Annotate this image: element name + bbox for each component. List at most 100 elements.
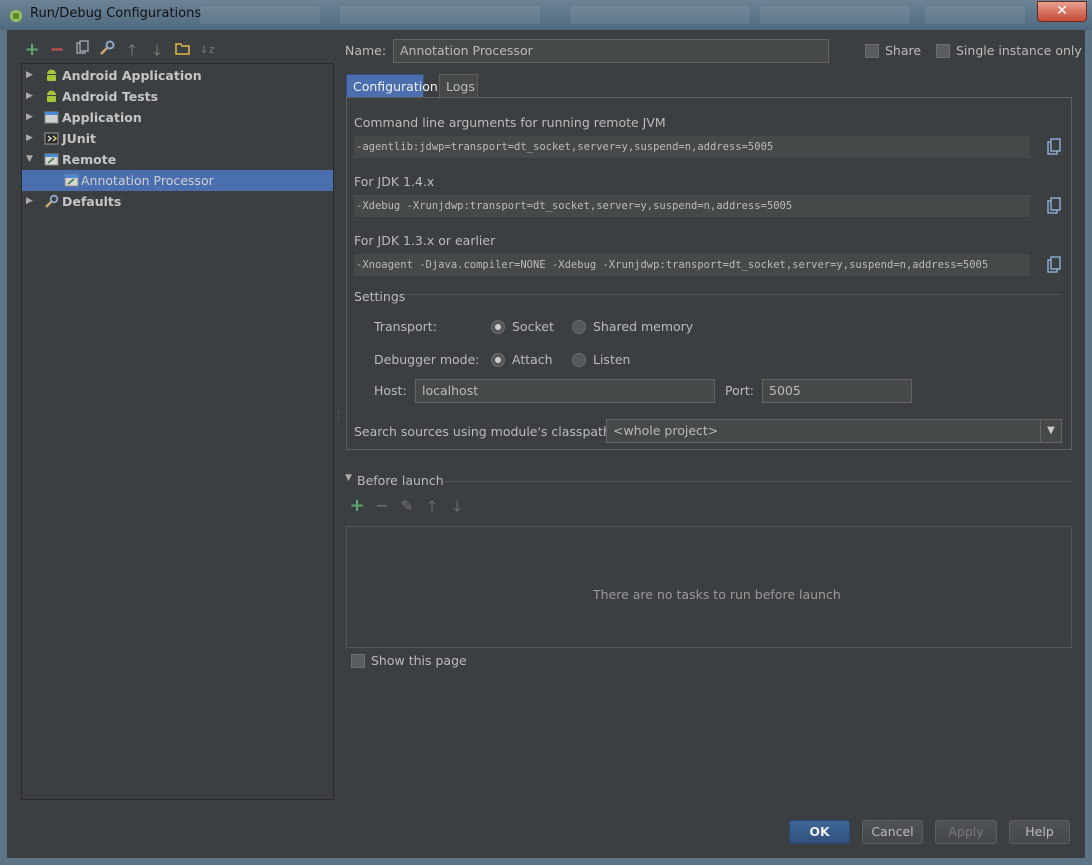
tree-item-label: Annotation Processor	[81, 173, 214, 188]
application-icon	[44, 111, 59, 124]
classpath-selected-value: <whole project>	[613, 423, 719, 438]
close-icon: ✕	[1056, 3, 1068, 19]
tree-item-remote[interactable]: ▼ Remote	[22, 149, 333, 170]
arrow-up-icon[interactable]: 🡑	[123, 40, 141, 60]
settings-separator	[405, 294, 1060, 295]
show-this-page-checkbox[interactable]	[351, 654, 365, 668]
apply-button[interactable]: Apply	[935, 820, 997, 844]
configurations-tree: ▶ Android Application ▶ Android Tests ▶ …	[21, 63, 334, 800]
background-window-tab	[760, 6, 910, 24]
help-button[interactable]: Help	[1009, 820, 1070, 844]
edit-icon[interactable]: ✎	[398, 496, 416, 516]
name-input[interactable]: Annotation Processor	[393, 39, 829, 63]
arrow-down-icon[interactable]: 🡓	[448, 496, 466, 516]
before-launch-heading: Before launch	[357, 473, 444, 488]
run-debug-dialog: + − 🡑 🡓 ↓z ▶ Android Application ▶ Andro…	[7, 30, 1085, 858]
background-window-tab	[925, 6, 1025, 24]
debugger-attach-radio[interactable]	[491, 353, 505, 367]
debugger-listen-label: Listen	[593, 352, 631, 367]
share-label: Share	[885, 43, 922, 58]
copy-icon[interactable]	[1044, 255, 1064, 275]
empty-tasks-text: There are no tasks to run before launch	[593, 587, 841, 602]
before-launch-separator	[444, 481, 1072, 482]
debugger-attach-label: Attach	[512, 352, 553, 367]
window-title: Run/Debug Configurations	[30, 6, 202, 21]
plus-icon[interactable]: +	[23, 40, 41, 60]
expand-arrow-icon[interactable]: ▶	[26, 65, 33, 86]
transport-socket-label: Socket	[512, 319, 554, 334]
tree-item-label: Android Application	[62, 68, 202, 83]
copy-icon[interactable]	[73, 40, 91, 60]
android-icon	[47, 90, 56, 102]
expand-arrow-icon[interactable]: ▶	[26, 86, 33, 107]
arrow-down-icon[interactable]: 🡓	[148, 40, 166, 60]
single-instance-label: Single instance only	[956, 43, 1082, 58]
minus-icon[interactable]: −	[48, 40, 66, 60]
jdk14-label: For JDK 1.4.x	[354, 174, 435, 189]
tree-item-label: JUnit	[62, 131, 96, 146]
expand-arrow-icon[interactable]: ▶	[26, 191, 33, 212]
port-input[interactable]: 5005	[762, 379, 912, 403]
jdk13-args-field[interactable]: -Xnoagent -Djava.compiler=NONE -Xdebug -…	[354, 254, 1030, 276]
cmd-args-label: Command line arguments for running remot…	[354, 115, 666, 130]
window-titlebar: Run/Debug Configurations ✕	[0, 0, 1092, 30]
tab-configuration[interactable]: Configuration	[346, 74, 438, 98]
expand-arrow-icon[interactable]: ▶	[26, 128, 33, 149]
single-instance-checkbox[interactable]	[936, 44, 950, 58]
tree-item-defaults[interactable]: ▶ Defaults	[22, 191, 333, 212]
classpath-select[interactable]: <whole project> ▼	[606, 419, 1062, 443]
background-window-tab	[200, 6, 320, 24]
tree-item-application[interactable]: ▶ Application	[22, 107, 333, 128]
share-checkbox[interactable]	[865, 44, 879, 58]
transport-shared-memory-radio[interactable]	[572, 320, 586, 334]
defaults-icon	[45, 194, 59, 208]
collapse-arrow-icon[interactable]: ▼	[345, 473, 352, 483]
tree-item-junit[interactable]: ▶ JUnit	[22, 128, 333, 149]
wrench-icon[interactable]	[98, 40, 116, 60]
expand-arrow-icon[interactable]: ▶	[26, 107, 33, 128]
remote-icon	[44, 153, 59, 166]
android-studio-icon	[10, 10, 22, 22]
tree-item-android-application[interactable]: ▶ Android Application	[22, 65, 333, 86]
copy-icon[interactable]	[1044, 196, 1064, 216]
chevron-down-icon[interactable]: ▼	[1040, 420, 1061, 442]
classpath-label: Search sources using module's classpath:	[354, 424, 616, 439]
tree-item-android-tests[interactable]: ▶ Android Tests	[22, 86, 333, 107]
close-button[interactable]: ✕	[1037, 1, 1087, 22]
before-launch-task-list[interactable]: There are no tasks to run before launch	[346, 526, 1072, 648]
tree-item-label: Remote	[62, 152, 117, 167]
minus-icon[interactable]: −	[373, 496, 391, 516]
host-input[interactable]: localhost	[415, 379, 715, 403]
arrow-up-icon[interactable]: 🡑	[423, 496, 441, 516]
sort-icon[interactable]: ↓z	[198, 40, 216, 60]
transport-shared-memory-label: Shared memory	[593, 319, 694, 334]
debugger-mode-label: Debugger mode:	[374, 352, 480, 367]
cancel-button[interactable]: Cancel	[862, 820, 923, 844]
folder-icon[interactable]	[173, 40, 191, 60]
collapse-arrow-icon[interactable]: ▼	[26, 149, 33, 170]
settings-heading: Settings	[354, 289, 406, 304]
tree-item-label: Android Tests	[62, 89, 159, 104]
show-this-page-label: Show this page	[371, 653, 467, 668]
host-label: Host:	[374, 383, 407, 398]
remote-icon	[64, 174, 79, 187]
background-window-tab	[340, 6, 540, 24]
splitter-handle[interactable]: ⋮	[334, 410, 343, 420]
tab-logs[interactable]: Logs	[439, 74, 478, 98]
cmd-args-field[interactable]: -agentlib:jdwp=transport=dt_socket,serve…	[354, 136, 1030, 158]
transport-label: Transport:	[374, 319, 437, 334]
name-label: Name:	[345, 43, 387, 58]
ok-button[interactable]: OK	[789, 820, 850, 844]
android-icon	[47, 69, 56, 81]
jdk14-args-field[interactable]: -Xdebug -Xrunjdwp:transport=dt_socket,se…	[354, 195, 1030, 217]
debugger-listen-radio[interactable]	[572, 353, 586, 367]
jdk13-label: For JDK 1.3.x or earlier	[354, 233, 496, 248]
copy-icon[interactable]	[1044, 137, 1064, 157]
plus-icon[interactable]: +	[348, 496, 366, 516]
transport-socket-radio[interactable]	[491, 320, 505, 334]
background-window-tab	[570, 6, 750, 24]
junit-icon	[44, 132, 59, 145]
tree-item-label: Defaults	[62, 194, 122, 209]
tree-item-annotation-processor[interactable]: Annotation Processor	[22, 170, 333, 191]
port-label: Port:	[725, 383, 754, 398]
